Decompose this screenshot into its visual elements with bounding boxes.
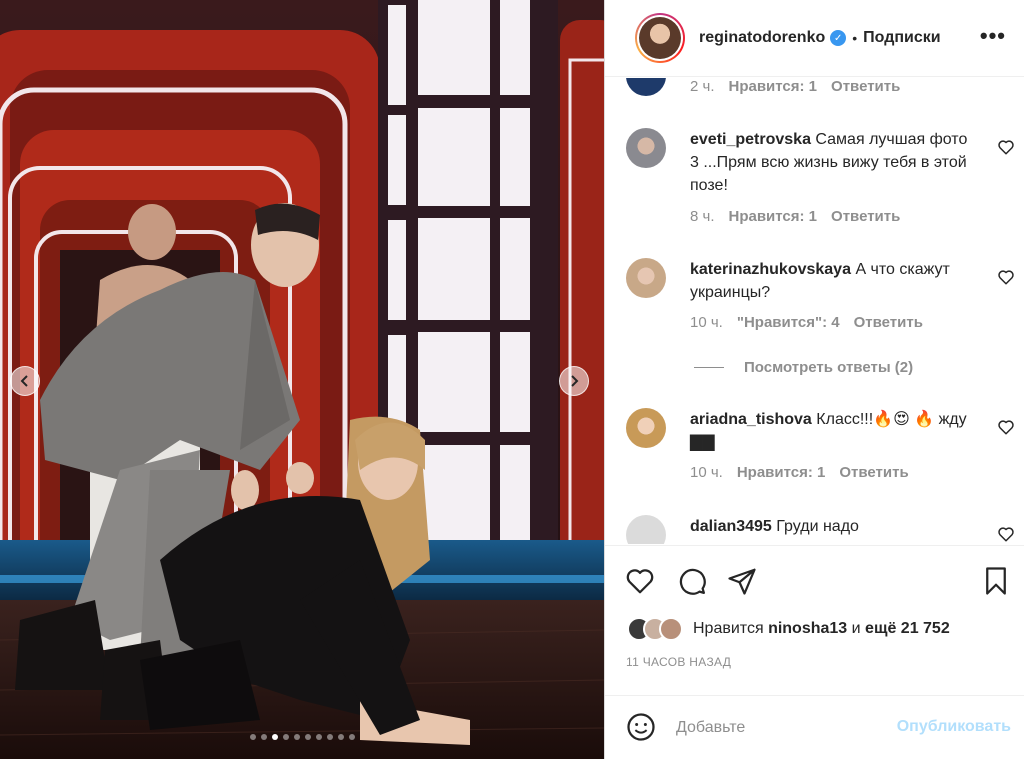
photo-scene <box>0 0 604 759</box>
post-side-panel: reginatodorenko ✓ • Подписки ••• 2 ч. Нр… <box>604 0 1024 759</box>
verified-badge-icon: ✓ <box>830 30 847 46</box>
comment-time: 10 ч. <box>690 314 723 331</box>
view-replies-button[interactable]: Посмотреть ответы (2) <box>694 359 913 376</box>
comment-body: ariadna_tishova Класс!!!🔥😍 🔥 жду ▇▇ <box>690 408 970 454</box>
carousel-dot <box>260 734 267 740</box>
carousel-dot <box>249 734 256 740</box>
comment-time: 10 ч. <box>690 464 723 481</box>
publish-button[interactable]: Опубликовать <box>897 718 1011 736</box>
chevron-left-icon <box>20 375 28 387</box>
comments-list[interactable]: 2 ч. Нравится: 1 Ответить eveti_petrovsk… <box>605 78 1024 544</box>
reply-button[interactable]: Ответить <box>831 78 900 95</box>
comment-username[interactable]: eveti_petrovska <box>690 131 811 148</box>
likes-prefix: Нравится <box>693 620 764 637</box>
post-actions-bar <box>605 545 1024 615</box>
post-photo <box>0 0 604 759</box>
share-paper-plane-icon[interactable] <box>727 566 757 596</box>
carousel-dots <box>0 734 604 740</box>
carousel-dot <box>337 734 344 740</box>
comment-meta: 10 ч. Нравится: 1 Ответить <box>690 464 909 481</box>
carousel-prev-button[interactable] <box>10 366 40 396</box>
heart-icon[interactable] <box>997 525 1015 543</box>
carousel-next-button[interactable] <box>559 366 589 396</box>
replies-divider <box>694 367 724 368</box>
comment-meta: 2 ч. Нравится: 1 Ответить <box>690 78 900 95</box>
comment-body: eveti_petrovska Самая лучшая фото 3 ...П… <box>690 128 970 197</box>
comment-likes[interactable]: "Нравится": 4 <box>737 314 840 331</box>
post-time-ago[interactable]: 11 ЧАСОВ НАЗАД <box>626 655 731 669</box>
liker-username[interactable]: ninosha13 <box>768 620 847 638</box>
likes-middle: и <box>851 620 861 637</box>
carousel-dot <box>348 734 355 740</box>
comment-bubble-icon[interactable] <box>677 566 707 596</box>
more-horizontal-icon[interactable]: ••• <box>980 25 1006 47</box>
post-header: reginatodorenko ✓ • Подписки ••• <box>605 0 1024 77</box>
carousel-dot <box>271 734 278 740</box>
comment-input[interactable] <box>676 714 876 742</box>
emoji-icon[interactable] <box>626 712 656 742</box>
comment-likes[interactable]: Нравится: 1 <box>737 464 826 481</box>
header-separator: • <box>852 30 858 46</box>
add-comment-bar: Опубликовать <box>605 695 1024 759</box>
carousel-dot <box>282 734 289 740</box>
like-heart-icon[interactable] <box>625 566 655 596</box>
carousel-dot <box>315 734 322 740</box>
heart-icon[interactable] <box>997 418 1015 436</box>
comment-avatar[interactable] <box>626 515 666 544</box>
liker-avatar[interactable] <box>659 617 683 641</box>
likes-count[interactable]: ещё 21 752 <box>865 620 950 638</box>
reply-button[interactable]: Ответить <box>839 464 908 481</box>
likes-summary: Нравится ninosha13 и ещё 21 752 <box>627 617 950 641</box>
heart-icon[interactable] <box>997 268 1015 286</box>
author-avatar[interactable] <box>635 13 685 63</box>
comment-avatar[interactable] <box>626 128 666 168</box>
following-button[interactable]: Подписки <box>863 29 940 47</box>
comment-likes[interactable]: Нравится: 1 <box>729 208 818 225</box>
comment-username[interactable]: dalian3495 <box>690 518 772 535</box>
comment-meta: 8 ч. Нравится: 1 Ответить <box>690 208 900 225</box>
comment-avatar[interactable] <box>626 408 666 448</box>
author-username[interactable]: reginatodorenko <box>699 29 825 47</box>
comment-time: 2 ч. <box>690 78 715 95</box>
comment-likes[interactable]: Нравится: 1 <box>729 78 818 95</box>
comment-username[interactable]: katerinazhukovskaya <box>690 261 851 278</box>
comment-username[interactable]: ariadna_tishova <box>690 411 812 428</box>
bookmark-icon[interactable] <box>981 566 1011 596</box>
comment-body: dalian3495 Груди надо <box>690 515 970 538</box>
liker-avatars <box>627 617 683 641</box>
chevron-right-icon <box>571 375 579 387</box>
comment-body: katerinazhukovskaya А что скажут украинц… <box>690 258 970 304</box>
comment-text: Груди надо <box>776 518 859 535</box>
carousel-dot <box>293 734 300 740</box>
comment-meta: 10 ч. "Нравится": 4 Ответить <box>690 314 923 331</box>
carousel-dot <box>326 734 333 740</box>
reply-button[interactable]: Ответить <box>831 208 900 225</box>
comment-avatar[interactable] <box>626 78 666 96</box>
carousel-dot <box>304 734 311 740</box>
comment-avatar[interactable] <box>626 258 666 298</box>
view-replies-label: Посмотреть ответы (2) <box>744 359 914 376</box>
heart-icon[interactable] <box>997 138 1015 156</box>
reply-button[interactable]: Ответить <box>854 314 923 331</box>
comment-time: 8 ч. <box>690 208 715 225</box>
